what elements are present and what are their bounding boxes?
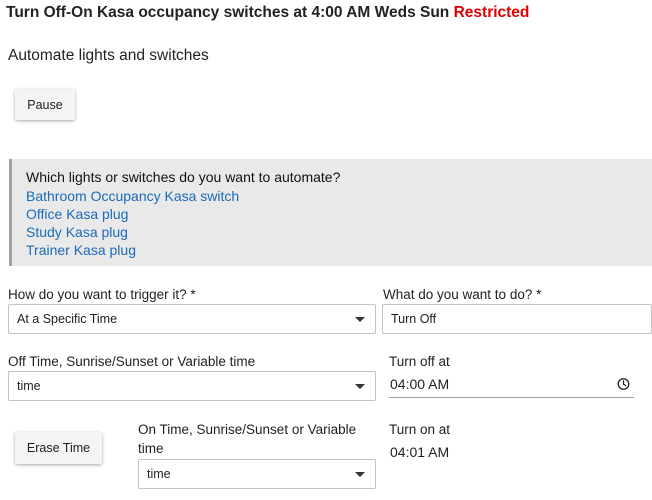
device-item-study[interactable]: Study Kasa plug bbox=[26, 223, 239, 241]
off-time-label: Off Time, Sunrise/Sunset or Variable tim… bbox=[8, 354, 256, 369]
trigger-label: How do you want to trigger it? * bbox=[8, 287, 196, 302]
device-list: Bathroom Occupancy Kasa switch Office Ka… bbox=[26, 187, 239, 259]
trigger-select-value: At a Specific Time bbox=[17, 312, 118, 326]
restricted-status: Restricted bbox=[453, 4, 530, 21]
caret-down-icon bbox=[355, 384, 365, 389]
off-time-select[interactable]: time bbox=[8, 371, 376, 401]
pause-button[interactable]: Pause bbox=[15, 89, 75, 120]
off-time-select-value: time bbox=[17, 379, 41, 393]
caret-down-icon bbox=[355, 472, 365, 477]
on-time-select[interactable]: time bbox=[138, 459, 376, 489]
action-label: What do you want to do? * bbox=[383, 287, 542, 302]
section-title: Automate lights and switches bbox=[8, 47, 209, 64]
turn-on-time-value: 04:01 AM bbox=[390, 444, 450, 460]
turn-on-time-input[interactable]: 04:01 AM bbox=[389, 439, 634, 466]
device-item-office[interactable]: Office Kasa plug bbox=[26, 205, 239, 223]
device-selector-panel[interactable]: Which lights or switches do you want to … bbox=[9, 159, 652, 266]
app-title: Turn Off-On Kasa occupancy switches at 4… bbox=[6, 4, 529, 22]
on-time-select-value: time bbox=[147, 467, 171, 481]
device-item-bathroom[interactable]: Bathroom Occupancy Kasa switch bbox=[26, 187, 239, 205]
caret-down-icon bbox=[355, 317, 365, 322]
on-time-label: On Time, Sunrise/Sunset or Variable time bbox=[138, 422, 357, 456]
turn-off-at-label: Turn off at bbox=[389, 354, 450, 369]
erase-time-button[interactable]: Erase Time bbox=[15, 432, 102, 464]
device-item-trainer[interactable]: Trainer Kasa plug bbox=[26, 241, 239, 259]
turn-on-at-label: Turn on at bbox=[389, 422, 451, 437]
action-field-value: Turn Off bbox=[391, 312, 437, 326]
app-title-text: Turn Off-On Kasa occupancy switches at 4… bbox=[6, 4, 450, 21]
action-field[interactable]: Turn Off bbox=[382, 304, 652, 334]
clock-icon[interactable] bbox=[617, 378, 630, 391]
device-question: Which lights or switches do you want to … bbox=[26, 169, 341, 185]
trigger-select[interactable]: At a Specific Time bbox=[8, 304, 376, 334]
turn-off-time-input[interactable]: 04:00 AM bbox=[389, 371, 634, 398]
turn-off-time-value: 04:00 AM bbox=[390, 376, 450, 392]
